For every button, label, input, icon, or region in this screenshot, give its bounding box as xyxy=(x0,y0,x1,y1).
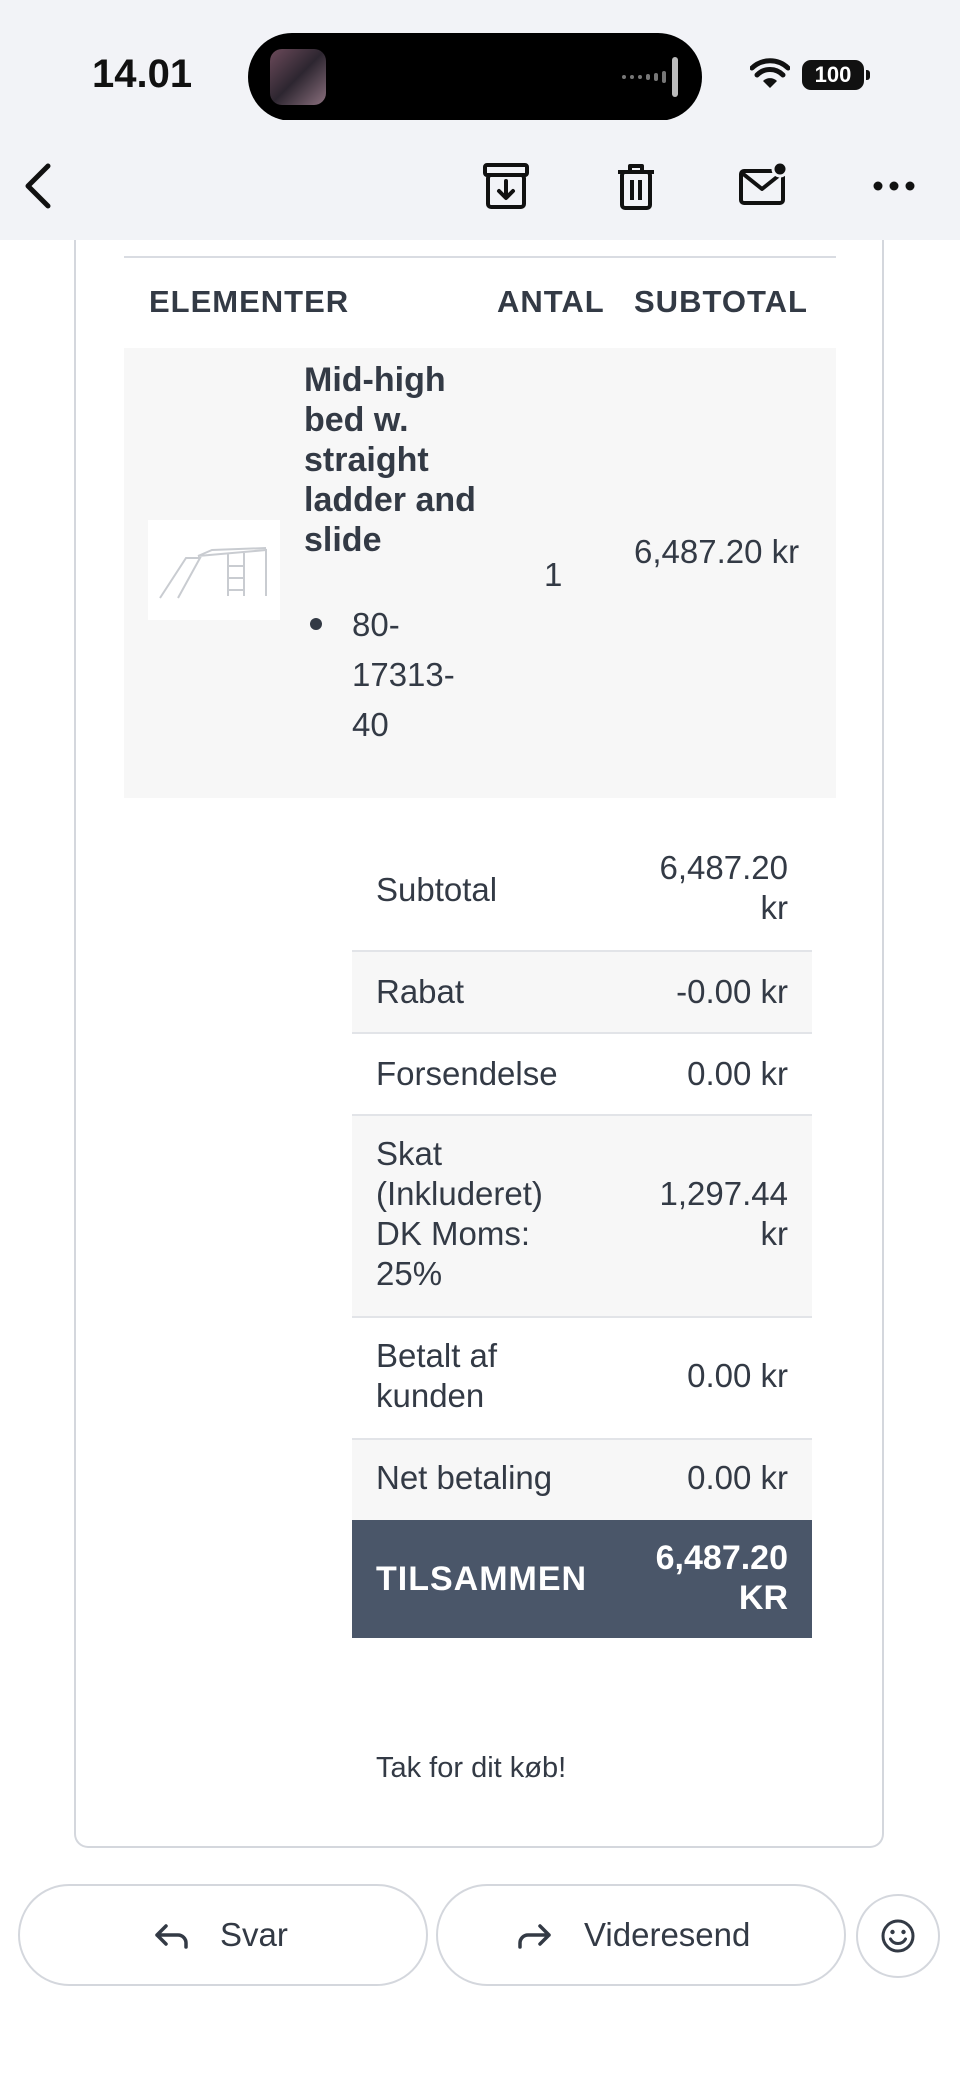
totals-value: 0.00 kr xyxy=(687,1357,788,1394)
totals-value: -0.00 kr xyxy=(676,973,788,1010)
forward-arrow-icon xyxy=(518,1924,551,1949)
totals-label: Skat (Inkluderet) DK Moms: 25% xyxy=(376,1135,543,1292)
totals-value: 1,297.44 kr xyxy=(659,1175,788,1252)
totals-row-subtotal: Subtotal 6,487.20 kr xyxy=(352,830,812,952)
reply-button[interactable]: Svar xyxy=(18,1884,428,1986)
now-playing-artwork xyxy=(270,49,326,105)
totals-label: Subtotal xyxy=(376,871,498,908)
column-header-subtotal: SUBTOTAL xyxy=(634,284,808,319)
totals-value: 6,487.20 kr xyxy=(659,849,788,926)
item-quantity: 1 xyxy=(544,556,563,593)
mail-unread-icon[interactable] xyxy=(738,160,790,212)
totals-row-shipping: Forsendelse 0.00 kr xyxy=(352,1034,812,1116)
trash-icon[interactable] xyxy=(610,160,662,212)
product-sku: 80-17313-40 xyxy=(352,606,455,743)
status-bar: 14.01 100 xyxy=(0,0,960,121)
product-thumbnail[interactable] xyxy=(148,520,280,620)
column-header-qty: ANTAL xyxy=(497,284,605,319)
totals-value: 0.00 kr xyxy=(687,1055,788,1092)
column-header-items: ELEMENTER xyxy=(149,284,350,319)
chevron-left-icon[interactable] xyxy=(14,160,66,212)
totals-label: Forsendelse xyxy=(376,1055,558,1092)
archive-icon[interactable] xyxy=(480,160,532,212)
forward-label: Videresend xyxy=(584,1916,751,1953)
grand-total-row: TILSAMMEN 6,487.20 KR xyxy=(352,1520,812,1638)
totals-row-discount: Rabat -0.00 kr xyxy=(352,952,812,1034)
totals-row-tax: Skat (Inkluderet) DK Moms: 25% 1,297.44 … xyxy=(352,1116,812,1318)
divider xyxy=(124,256,836,258)
totals-label: Net betaling xyxy=(376,1459,553,1496)
reply-label: Svar xyxy=(220,1916,288,1953)
mail-toolbar xyxy=(0,120,960,240)
totals-row-net: Net betaling 0.00 kr xyxy=(352,1440,812,1520)
dynamic-island[interactable] xyxy=(248,33,702,121)
battery-indicator: 100 xyxy=(802,60,870,90)
forward-button[interactable]: Videresend xyxy=(436,1884,846,1986)
reply-arrow-icon xyxy=(155,1924,188,1949)
product-name: Mid-high bed w. straight ladder and slid… xyxy=(304,361,476,559)
bullet xyxy=(310,618,322,630)
totals-value: 0.00 kr xyxy=(687,1459,788,1496)
totals-label: Betalt af kunden xyxy=(376,1337,498,1414)
emoji-smile-icon xyxy=(881,1919,915,1953)
more-horizontal-icon[interactable] xyxy=(868,160,920,212)
wifi-icon xyxy=(750,58,790,88)
clock: 14.01 xyxy=(92,52,193,96)
grand-total-value: 6,487.20 KR xyxy=(655,1539,788,1617)
totals-row-paid: Betalt af kunden 0.00 kr xyxy=(352,1318,812,1440)
thank-you-message: Tak for dit køb! xyxy=(376,1752,567,1784)
item-subtotal: 6,487.20 kr xyxy=(634,533,800,570)
emoji-reaction-button[interactable] xyxy=(856,1894,940,1978)
totals-label: Rabat xyxy=(376,973,465,1010)
audio-waveform-icon xyxy=(622,57,678,97)
grand-total-label: TILSAMMEN xyxy=(376,1560,588,1598)
